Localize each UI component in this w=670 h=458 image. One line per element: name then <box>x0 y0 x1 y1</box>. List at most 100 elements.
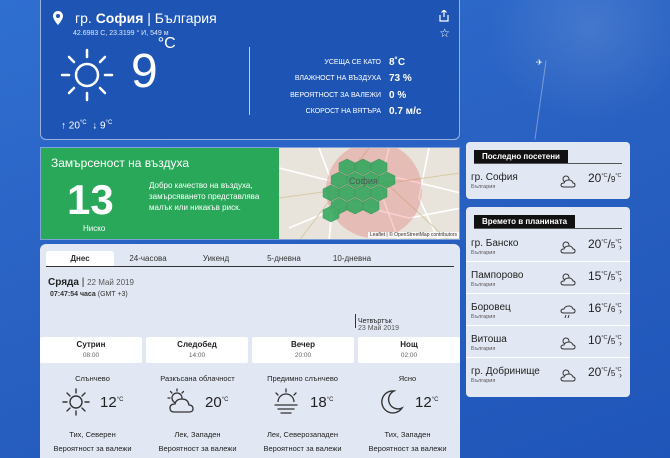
stat-row: ВЛАЖНОСТ НА ВЪЗДУХА 73 % <box>259 71 449 88</box>
period-name: Сутрин <box>76 340 106 349</box>
condition-rain: Вероятност за валежи <box>263 444 342 453</box>
map-image: София <box>279 148 459 239</box>
mountain-item-pamporovo[interactable]: Пампорово България 15°C/5°C › <box>466 263 630 294</box>
air-quality-map[interactable]: София Leaflet | © OpenStreetMap contribu… <box>279 148 459 239</box>
stat-label: СКОРОСТ НА ВЯТЪРА <box>305 108 381 116</box>
period-time: 20:00 <box>294 352 312 359</box>
stat-label: ВЛАЖНОСТ НА ВЪЗДУХА <box>294 75 381 83</box>
condition-wind: Тих, Западен <box>384 430 431 439</box>
high-low: ↑ 20°C ↓ 9°C <box>61 120 113 132</box>
item-city: Пампорово <box>471 270 524 281</box>
current-time: 07:47:54 часа (GMT +3) <box>50 291 128 298</box>
temp-unit: °C <box>221 397 229 403</box>
air-quality-index: 13 <box>67 176 114 223</box>
current-temp-unit: °C <box>157 35 176 52</box>
temp-value: 20 <box>205 394 222 411</box>
mountain-item-bansko[interactable]: гр. Банско България 20°C/5°C › <box>466 231 630 262</box>
item-country: България <box>471 184 496 190</box>
rain-cloud-icon <box>560 305 576 319</box>
condition-wind: Лек, Западен <box>174 430 221 439</box>
next-day-date: 23 Май 2019 <box>358 325 399 332</box>
period-name: Вечер <box>290 340 315 349</box>
high-unit: °C <box>79 120 87 126</box>
period-afternoon[interactable]: Следобед 14:00 <box>146 337 248 363</box>
mountain-panel: Времето в планината гр. Банско България … <box>466 207 630 397</box>
temp-unit: °C <box>431 397 439 403</box>
favorite-star-icon[interactable]: ☆ <box>439 26 450 40</box>
period-night[interactable]: Нощ 02:00 <box>358 337 460 363</box>
location-city: София <box>95 10 144 26</box>
item-temp: 20°C/5°C <box>588 365 622 379</box>
tab-today[interactable]: Днес <box>46 251 114 266</box>
item-city: гр. Банско <box>471 238 519 249</box>
temp-unit: °C <box>326 397 334 403</box>
item-city: гр. Добринище <box>471 366 540 377</box>
stat-value: 0 % <box>389 89 407 101</box>
item-city: Боровец <box>471 302 511 313</box>
item-temp: 20°C/9°C <box>588 171 622 185</box>
temp-unit: °C <box>601 303 608 309</box>
forecast-panel: Днес 24-часова Уикенд 5-дневна 10-дневна… <box>40 244 460 458</box>
stat-value: 0.7 м/с <box>389 106 422 118</box>
temp-unit: °C <box>601 335 608 341</box>
item-country: България <box>471 378 496 384</box>
period-morning[interactable]: Сутрин 08:00 <box>40 337 142 363</box>
stat-row: ВЕРОЯТНОСТ ЗА ВАЛЕЖИ 0 % <box>259 87 449 104</box>
condition-name: Предимно слънчево <box>267 374 338 383</box>
map-credit[interactable]: Leaflet | © OpenStreetMap contributors <box>368 232 459 238</box>
item-temp: 16°C/6°C <box>588 301 622 315</box>
partly-cloudy-icon <box>167 388 194 413</box>
location-coords: 42.6983 С, 23.3199 ° И, 549 м <box>73 30 169 37</box>
item-temp: 10°C/5°C <box>588 333 622 347</box>
mountain-item-dobrinishte[interactable]: гр. Добринище България 20°C/5°C › <box>466 359 630 390</box>
day-title: Сряда | 22 Май 2019 <box>48 277 134 288</box>
hazy-sun-icon <box>274 388 298 414</box>
mountain-item-borovets[interactable]: Боровец България 16°C/6°C › <box>466 295 630 326</box>
temp-unit: °C <box>601 367 608 373</box>
map-city-label: София <box>349 176 378 186</box>
partly-cloudy-icon <box>560 369 576 382</box>
condition-evening: Предимно слънчево 18°C Лек, Северозападе… <box>250 374 355 458</box>
low-unit: °C <box>105 120 113 126</box>
next-day-marker <box>355 314 356 328</box>
tab-10day[interactable]: 10-дневна <box>318 251 386 266</box>
tab-24h[interactable]: 24-часова <box>114 251 182 266</box>
airplane-icon: ✈ <box>536 58 543 67</box>
timezone: (GMT +3) <box>97 291 128 298</box>
item-country: България <box>471 314 496 320</box>
partly-cloudy-icon <box>560 175 576 188</box>
condition-temp: 12°C <box>100 394 123 411</box>
share-icon[interactable] <box>439 10 449 22</box>
condition-rain: Вероятност за валежи <box>368 444 447 453</box>
temp-unit: °C <box>116 397 124 403</box>
period-evening[interactable]: Вечер 20:00 <box>252 337 354 363</box>
item-temp: 15°C/5°C <box>588 269 622 283</box>
moon-icon <box>381 390 404 414</box>
tab-5day[interactable]: 5-дневна <box>250 251 318 266</box>
sun-icon <box>62 388 90 416</box>
condition-rain: Вероятност за валежи <box>158 444 237 453</box>
condition-temp: 20°C <box>205 394 228 411</box>
item-country: България <box>471 282 496 288</box>
tab-weekend[interactable]: Уикенд <box>182 251 250 266</box>
condition-name: Слънчево <box>75 374 110 383</box>
period-time: 02:00 <box>400 352 418 359</box>
high-temp: 10 <box>588 333 602 347</box>
divider <box>249 47 250 115</box>
condition-wind: Лек, Северозападен <box>267 430 338 439</box>
sky-background <box>470 0 670 140</box>
condition-name: Разкъсана облачност <box>160 374 235 383</box>
temp-unit: °C <box>601 239 608 245</box>
condition-morning: Слънчево 12°C Тих, Северен Вероятност за… <box>40 374 145 458</box>
recent-item[interactable]: гр. София България 20°C/9°C <box>466 165 630 196</box>
period-time: 08:00 <box>82 352 100 359</box>
time-value: 07:47:54 часа <box>50 291 96 298</box>
high-temp: 20 <box>588 365 602 379</box>
chevron-right-icon: › <box>619 370 622 380</box>
mountain-item-vitosha[interactable]: Витоша България 10°C/5°C › <box>466 327 630 358</box>
high-temp: 20 <box>68 120 80 132</box>
location-prefix: гр. <box>75 10 92 26</box>
day-name: Сряда <box>48 277 79 288</box>
header-underline <box>474 163 622 164</box>
next-day-label: Четвъртък 23 Май 2019 <box>358 318 399 332</box>
